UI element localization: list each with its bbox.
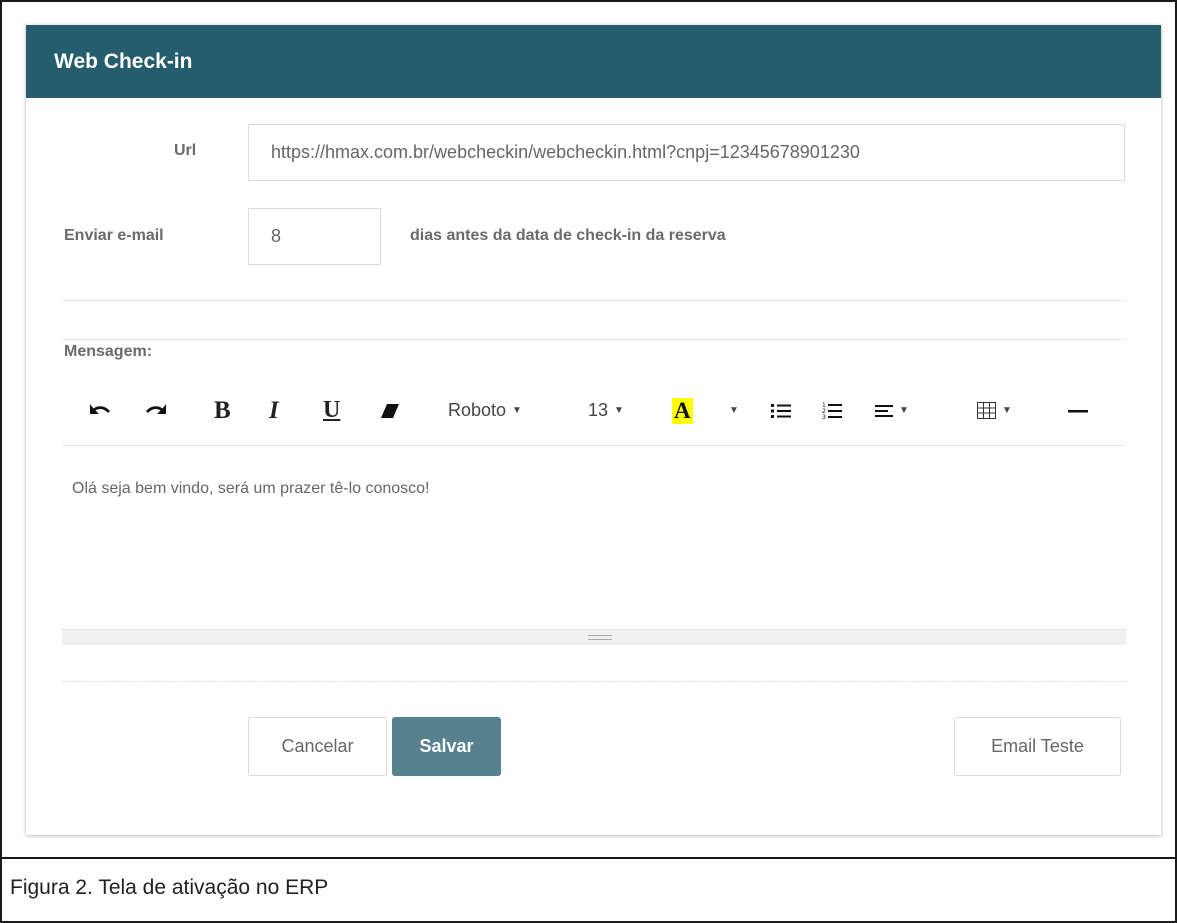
underline-button[interactable]: U (323, 378, 340, 443)
editor-resize-handle[interactable] (62, 629, 1126, 645)
table-dropdown[interactable]: ▼ (977, 378, 1012, 443)
horizontal-rule-icon[interactable] (1068, 378, 1088, 443)
editor-toolbar-row: B I U Roboto ▼ 13 ▼ A ▼ 123 ▼ ▼ (62, 378, 1126, 446)
align-dropdown[interactable]: ▼ (875, 378, 909, 443)
chevron-down-icon: ▼ (1002, 405, 1012, 416)
panel-title: Web Check-in (26, 25, 1161, 98)
font-family-dropdown[interactable]: Roboto ▼ (448, 378, 522, 443)
editor-toolbar (62, 275, 1126, 340)
footer-divider (62, 681, 1126, 682)
chevron-down-icon: ▼ (614, 405, 624, 416)
grip-icon (588, 635, 612, 640)
save-button[interactable]: Salvar (392, 717, 501, 776)
align-icon (875, 404, 893, 417)
chevron-down-icon: ▼ (729, 405, 739, 416)
chevron-down-icon: ▼ (899, 405, 909, 416)
italic-button[interactable]: I (269, 378, 279, 443)
send-email-label: Enviar e-mail (64, 227, 164, 244)
text-color-dropdown[interactable]: ▼ (723, 378, 739, 443)
font-size-value: 13 (588, 400, 609, 420)
message-body[interactable]: Olá seja bem vindo, será um prazer tê-lo… (72, 480, 430, 498)
unordered-list-icon[interactable] (771, 378, 791, 443)
email-days-input[interactable]: 8 (248, 208, 381, 265)
eraser-icon[interactable] (380, 378, 400, 443)
font-family-value: Roboto (448, 400, 507, 420)
text-color-button[interactable]: A (672, 378, 693, 443)
figure-divider (0, 857, 1177, 859)
message-label: Mensagem: (64, 343, 153, 360)
web-checkin-panel: Web Check-in Url https://hmax.com.br/web… (26, 25, 1161, 835)
text-color-icon: A (672, 397, 693, 424)
table-icon (977, 402, 996, 419)
cancel-button[interactable]: Cancelar (248, 717, 387, 776)
email-test-button[interactable]: Email Teste (954, 717, 1121, 776)
email-days-hint: dias antes da data de check-in da reserv… (410, 227, 726, 244)
undo-icon[interactable] (86, 378, 112, 443)
redo-icon[interactable] (144, 378, 170, 443)
url-input[interactable]: https://hmax.com.br/webcheckin/webchecki… (248, 124, 1125, 181)
url-label: Url (174, 142, 197, 159)
bold-button[interactable]: B (214, 378, 231, 443)
font-size-dropdown[interactable]: 13 ▼ (588, 378, 624, 443)
svg-text:3: 3 (822, 414, 826, 420)
chevron-down-icon: ▼ (512, 405, 522, 416)
ordered-list-icon[interactable]: 123 (822, 378, 842, 443)
figure-caption: Figura 2. Tela de ativação no ERP (10, 876, 329, 899)
